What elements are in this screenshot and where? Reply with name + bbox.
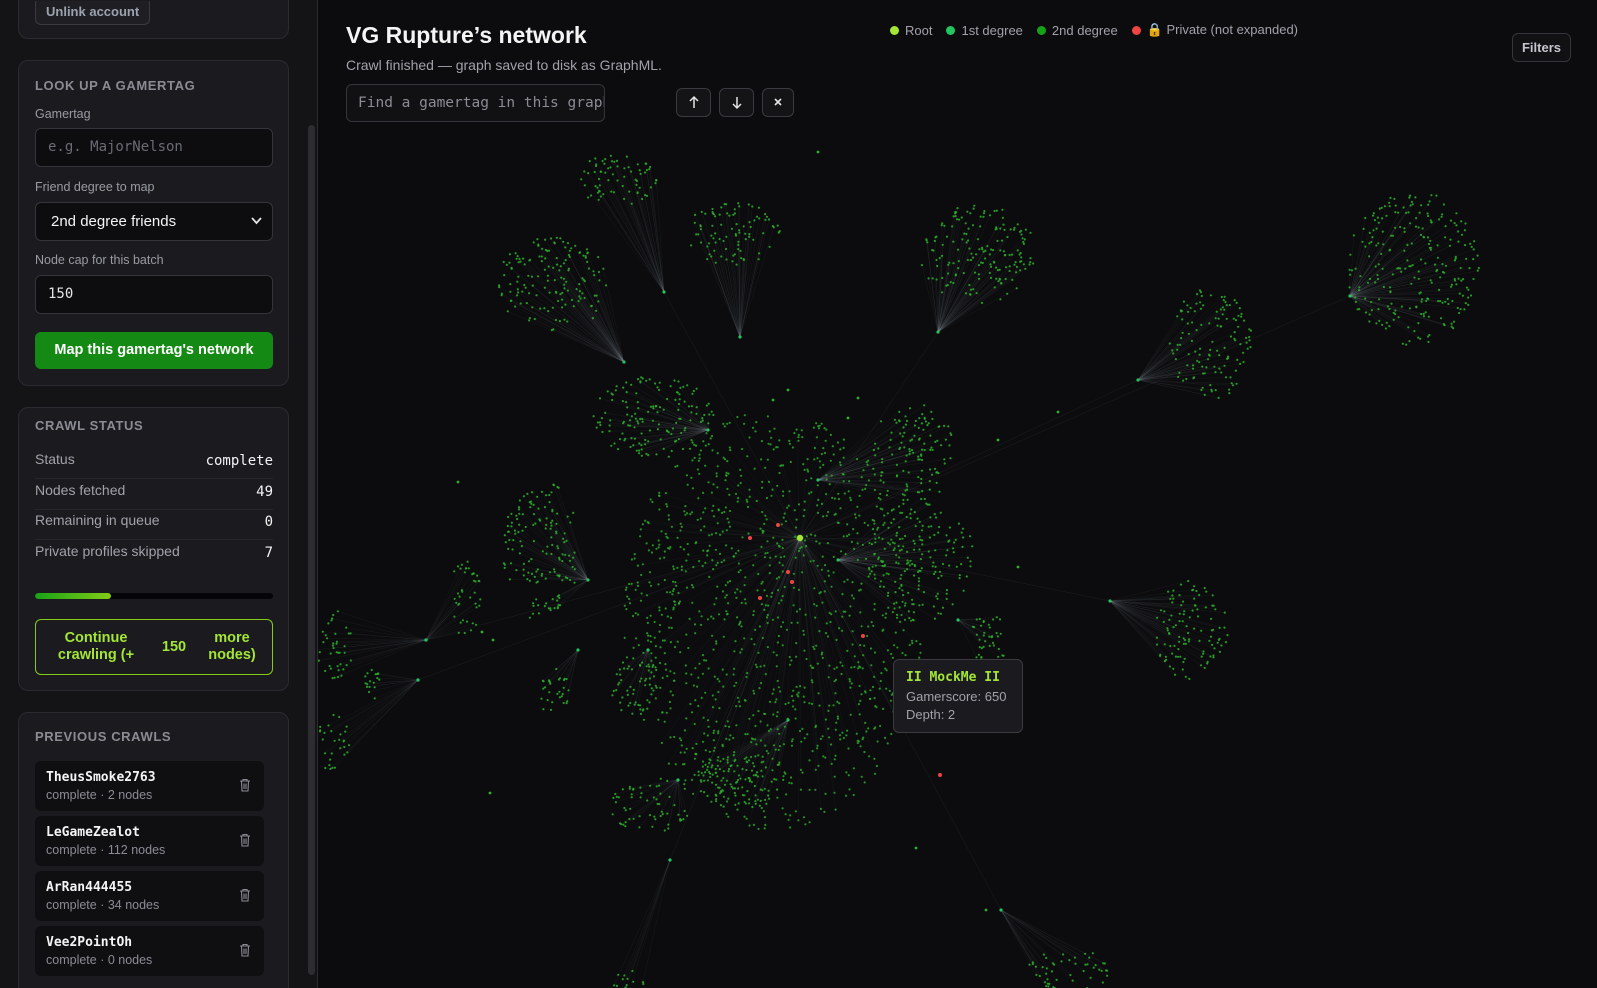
node-tooltip: II MockMe II Gamerscore: 650 Depth: 2 — [893, 659, 1023, 733]
trash-icon[interactable] — [239, 778, 251, 792]
stat-value: 7 — [264, 545, 273, 561]
stat-label: Private profiles skipped — [35, 543, 180, 559]
unlink-account-button[interactable]: Unlink account — [35, 1, 151, 25]
degree-select-value: 2nd degree friends — [51, 213, 177, 230]
crawl-gamertag: ArRan444455 — [46, 880, 133, 895]
stat-remaining: Remaining in queue 0 — [35, 512, 273, 534]
legend-item-1st-degree: 1st degree — [946, 22, 1023, 38]
crawl-gamertag: Vee2PointOh — [46, 935, 133, 950]
continue-label: Continue crawling (+ — [57, 630, 135, 663]
graph-legend: Root 1st degree 2nd degree 🔒 Private (no… — [890, 22, 1298, 38]
previous-crawls-title: PREVIOUS CRAWLS — [35, 729, 172, 744]
continue-count: 150 — [161, 638, 187, 655]
stat-status: Status complete — [35, 451, 273, 473]
close-icon — [774, 98, 782, 106]
map-network-button[interactable]: Map this gamertag's network — [35, 332, 273, 369]
trash-icon[interactable] — [239, 888, 251, 902]
tooltip-gamerscore: Gamerscore: 650 — [906, 689, 1007, 704]
filters-button[interactable]: Filters — [1512, 33, 1571, 62]
divider — [35, 509, 273, 510]
legend-label: 🔒 Private (not expanded) — [1146, 22, 1299, 37]
gamertag-label: Gamertag — [35, 107, 91, 121]
previous-crawl-item[interactable]: LeGameZealot complete · 112 nodes — [35, 816, 264, 866]
cap-label: Node cap for this batch — [35, 253, 164, 267]
crawl-gamertag: LeGameZealot — [46, 825, 140, 840]
degree-select[interactable]: 2nd degree friends — [35, 202, 273, 241]
legend-dot — [890, 25, 899, 35]
crawl-meta: complete · 112 nodes — [46, 843, 166, 857]
previous-crawls-card: PREVIOUS CRAWLS TheusSmoke2763 complete … — [18, 712, 289, 988]
crawl-progress-bar — [35, 593, 273, 599]
divider — [35, 539, 273, 540]
stat-value: 49 — [256, 484, 273, 500]
previous-crawl-item[interactable]: Vee2PointOh complete · 0 nodes — [35, 926, 264, 976]
legend-label: 2nd degree — [1051, 22, 1118, 38]
graph-edges — [318, 155, 1478, 988]
stat-label: Remaining in queue — [35, 512, 160, 528]
legend-dot — [1131, 25, 1141, 35]
trash-icon[interactable] — [239, 943, 251, 957]
crawl-meta: complete · 0 nodes — [46, 953, 153, 967]
crawl-status-title: CRAWL STATUS — [35, 418, 144, 433]
legend-dot — [1036, 25, 1046, 35]
stat-label: Status — [35, 451, 75, 467]
stat-value: 0 — [264, 514, 273, 530]
stat-private-skipped: Private profiles skipped 7 — [35, 543, 273, 565]
legend-dot — [946, 25, 956, 35]
crawl-meta: complete · 34 nodes — [46, 898, 160, 912]
next-match-button[interactable] — [719, 88, 754, 117]
clear-search-button[interactable] — [762, 88, 794, 117]
gamertag-input[interactable]: e.g. MajorNelson — [35, 128, 273, 167]
legend-item-2nd-degree: 2nd degree — [1036, 22, 1118, 38]
main-panel: VG Rupture’s network Crawl finished — gr… — [318, 0, 1597, 988]
divider — [35, 478, 273, 479]
tooltip-depth: Depth: 2 — [906, 707, 956, 722]
sidebar: Unlink account LOOK UP A GAMERTAG Gamert… — [0, 0, 318, 988]
lookup-card: LOOK UP A GAMERTAG Gamertag e.g. MajorNe… — [18, 60, 289, 386]
stat-nodes-fetched: Nodes fetched 49 — [35, 482, 273, 504]
trash-icon[interactable] — [239, 833, 251, 847]
legend-label: 1st degree — [961, 22, 1023, 38]
network-graph-canvas[interactable] — [318, 0, 1597, 988]
legend-item-private: 🔒 Private (not expanded) — [1131, 22, 1299, 38]
previous-crawl-item[interactable]: ArRan444455 complete · 34 nodes — [35, 871, 264, 921]
continue-suffix: more nodes) — [208, 630, 256, 663]
chevron-down-icon — [251, 203, 262, 255]
crawl-status-card: CRAWL STATUS Status complete Nodes fetch… — [18, 407, 289, 691]
node-cap-input[interactable]: 150 — [35, 275, 273, 314]
tooltip-gamertag: II MockMe II — [906, 670, 1000, 685]
progress-fill — [35, 593, 112, 599]
arrow-down-icon — [731, 97, 742, 110]
account-card: Unlink account — [18, 0, 289, 39]
lookup-title: LOOK UP A GAMERTAG — [35, 78, 196, 93]
crawl-gamertag: TheusSmoke2763 — [46, 770, 156, 785]
find-gamertag-input[interactable]: Find a gamertag in this graph — [346, 84, 605, 122]
stat-label: Nodes fetched — [35, 482, 126, 498]
legend-item-root: Root — [890, 22, 932, 38]
degree-label: Friend degree to map — [35, 180, 155, 194]
legend-label: Root — [905, 22, 933, 38]
previous-crawl-item[interactable]: TheusSmoke2763 complete · 2 nodes — [35, 761, 264, 811]
stat-value: complete — [205, 453, 273, 469]
arrow-up-icon — [688, 95, 699, 108]
page-title: VG Rupture’s network — [346, 22, 587, 48]
crawl-meta: complete · 2 nodes — [46, 788, 153, 802]
sidebar-scrollbar[interactable] — [308, 125, 315, 975]
previous-match-button[interactable] — [676, 88, 711, 117]
crawl-subtitle: Crawl finished — graph saved to disk as … — [346, 57, 662, 73]
continue-crawling-button[interactable]: Continue crawling (+ 150 more nodes) — [35, 619, 273, 675]
